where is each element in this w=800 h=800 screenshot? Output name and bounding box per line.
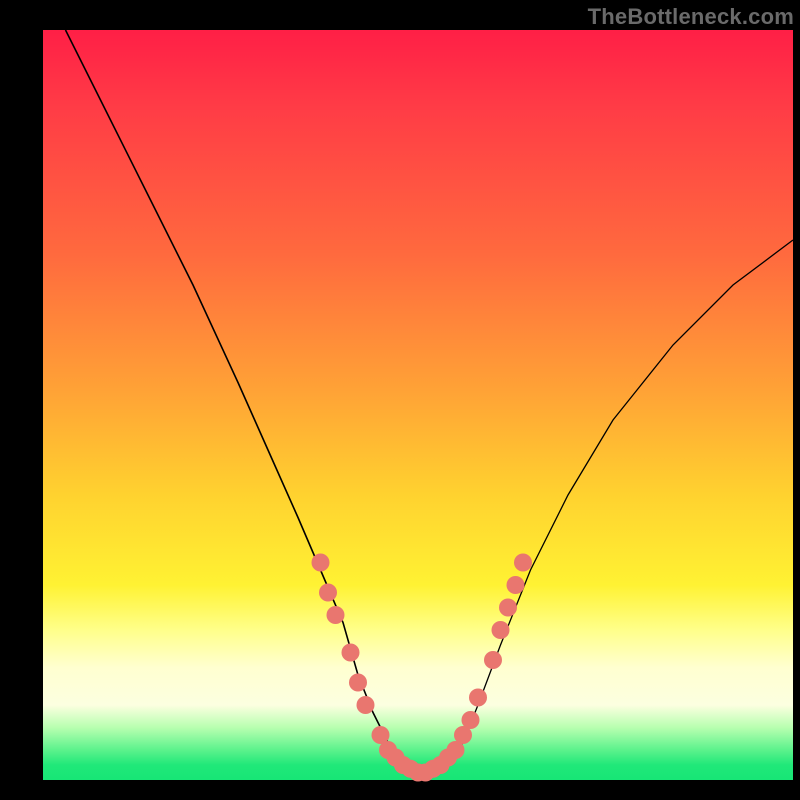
plot-area <box>43 30 793 780</box>
curve-marker <box>507 576 525 594</box>
curve-right-arm <box>403 240 793 773</box>
chart-frame: TheBottleneck.com <box>0 0 800 800</box>
curve-svg <box>43 30 793 780</box>
curve-marker <box>492 621 510 639</box>
curve-marker <box>357 696 375 714</box>
curve-left-arm <box>66 30 434 773</box>
curve-marker <box>342 644 360 662</box>
curve-marker <box>499 599 517 617</box>
curve-marker <box>327 606 345 624</box>
watermark-text: TheBottleneck.com <box>588 4 794 30</box>
curve-marker <box>312 554 330 572</box>
curve-marker <box>319 584 337 602</box>
curve-marker <box>349 674 367 692</box>
curve-marker <box>514 554 532 572</box>
curve-marker <box>462 711 480 729</box>
curve-marker <box>469 689 487 707</box>
curve-marker <box>484 651 502 669</box>
curve-markers <box>312 554 533 782</box>
